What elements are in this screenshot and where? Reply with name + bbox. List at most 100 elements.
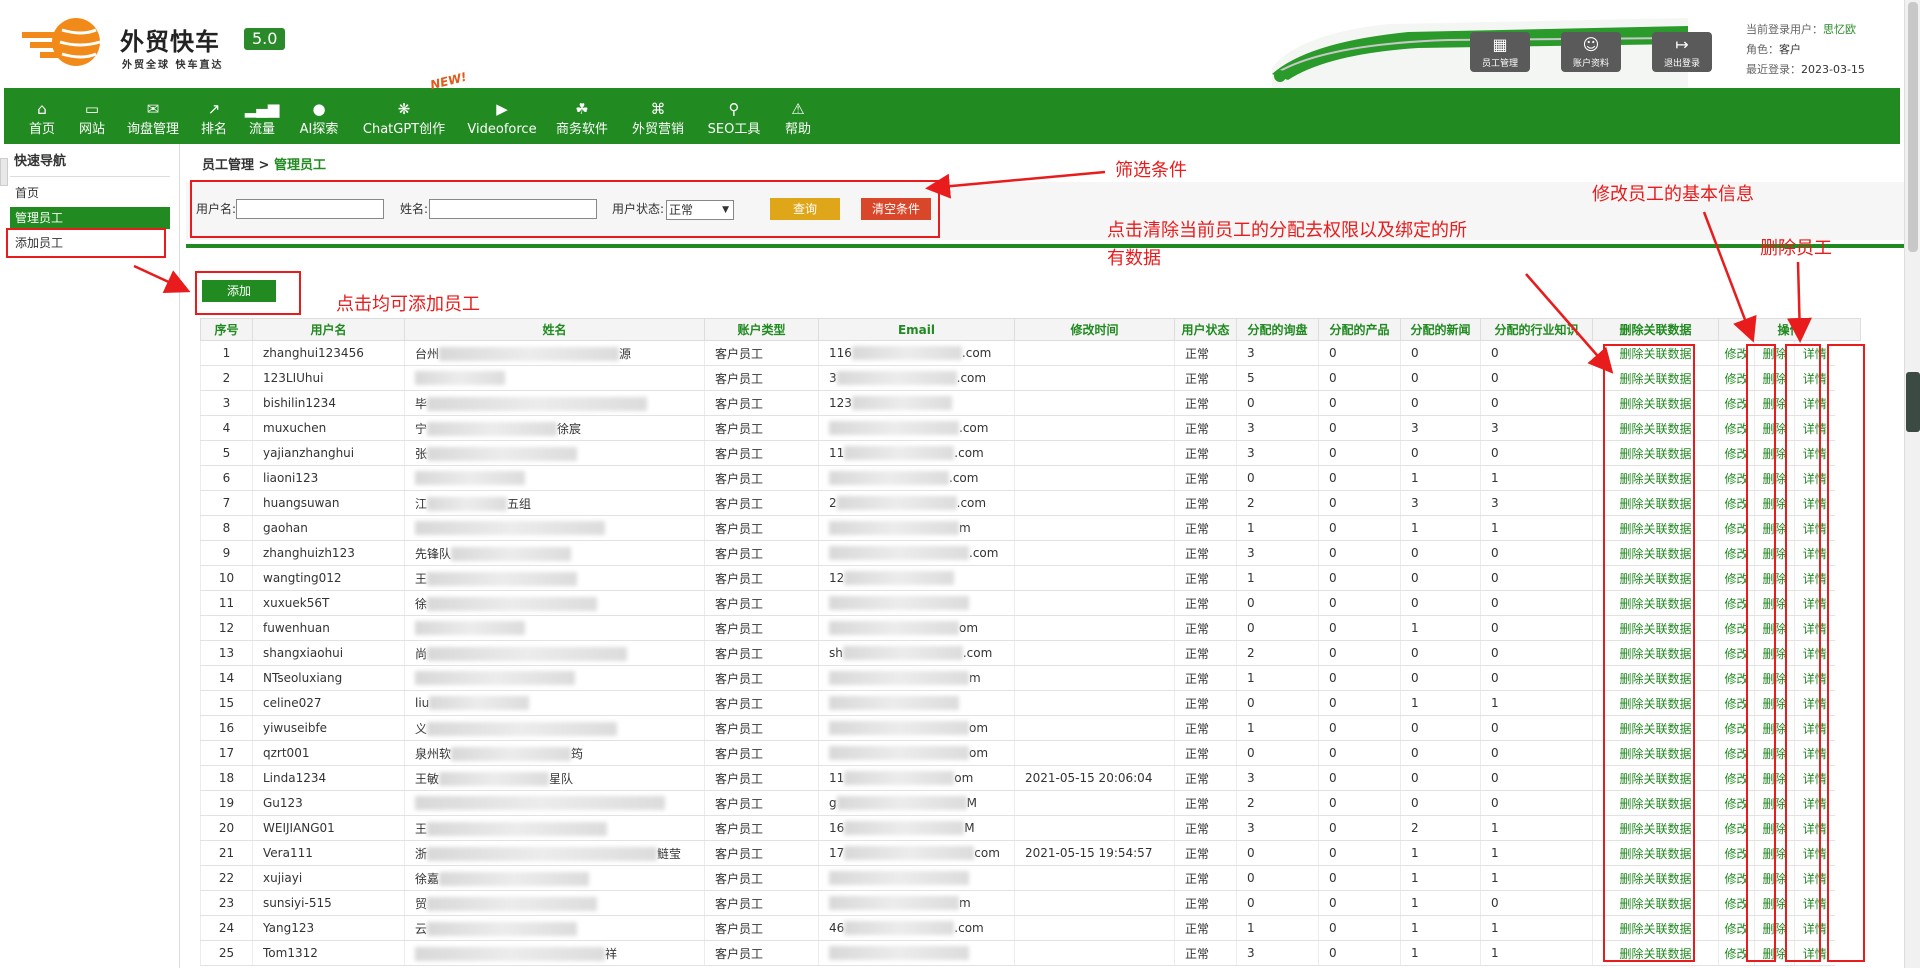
email-cell: m xyxy=(818,890,1015,916)
nav-item-videoforce[interactable]: ▶ Videoforce xyxy=(466,88,538,144)
edit-link[interactable]: 修改 xyxy=(1724,372,1748,386)
edit-link[interactable]: 修改 xyxy=(1724,472,1748,486)
edit-link[interactable]: 修改 xyxy=(1724,772,1748,786)
nav-item-inquiry[interactable]: ✉ 询盘管理 xyxy=(122,88,184,144)
sidebar-item-home[interactable]: 首页 xyxy=(10,182,170,204)
name-cell-visible-start: liu xyxy=(415,695,430,710)
row-number: 5 xyxy=(200,440,253,466)
account-type-cell: 客户员工 xyxy=(704,615,819,641)
edit-link[interactable]: 修改 xyxy=(1724,547,1748,561)
nav-item-home[interactable]: ⌂ 首页 xyxy=(22,88,62,144)
assigned-news-cell: 1 xyxy=(1400,690,1481,716)
col-header: 修改时间 xyxy=(1014,318,1175,341)
nav-item-website[interactable]: ▭ 网站 xyxy=(72,88,112,144)
edit-link[interactable]: 修改 xyxy=(1724,897,1748,911)
edit-link[interactable]: 修改 xyxy=(1724,447,1748,461)
assigned-inquiry-cell: 5 xyxy=(1236,365,1319,391)
staff-manage-button[interactable]: ▦ 员工管理 xyxy=(1470,32,1530,72)
email-cell-visible-end: .com xyxy=(954,445,984,460)
page-scrollbar[interactable] xyxy=(1904,0,1920,968)
edit-link[interactable]: 修改 xyxy=(1724,947,1748,961)
breadcrumb-parent[interactable]: 员工管理 xyxy=(202,158,254,173)
edit-link[interactable]: 修改 xyxy=(1724,847,1748,861)
edit-link[interactable]: 修改 xyxy=(1724,797,1748,811)
redacted-blur xyxy=(829,896,959,911)
status-cell: 正常 xyxy=(1174,415,1237,441)
redacted-blur xyxy=(427,422,558,436)
assigned-inquiry-cell: 1 xyxy=(1236,515,1319,541)
redacted-blur xyxy=(829,471,949,486)
edit-link[interactable]: 修改 xyxy=(1724,922,1748,936)
account-type-cell: 客户员工 xyxy=(704,565,819,591)
name-cell-visible-start: 先锋队 xyxy=(415,546,452,561)
nav-item-software[interactable]: ☘ 商务软件 xyxy=(552,88,612,144)
row-number: 14 xyxy=(200,665,253,691)
nav-item-rank[interactable]: ↗ 排名 xyxy=(194,88,234,144)
nav-item-chatgpt[interactable]: ❋ ChatGPT创作 xyxy=(360,88,448,144)
assigned-inquiry-cell: 1 xyxy=(1236,915,1319,941)
modified-time-cell xyxy=(1014,665,1175,691)
nav-label: AI探索 xyxy=(299,122,339,137)
assigned-inquiry-cell: 3 xyxy=(1236,340,1319,366)
name-cell-visible-end: 五组 xyxy=(507,496,532,511)
redacted-blur xyxy=(427,822,608,836)
redacted-blur xyxy=(844,446,955,461)
edit-link[interactable]: 修改 xyxy=(1724,522,1748,536)
edit-link[interactable]: 修改 xyxy=(1724,872,1748,886)
redacted-blur xyxy=(451,747,572,761)
edit-link[interactable]: 修改 xyxy=(1724,647,1748,661)
redacted-blur xyxy=(829,746,969,761)
assigned-inquiry-cell: 0 xyxy=(1236,690,1319,716)
floating-widget[interactable] xyxy=(1906,372,1920,432)
assigned-news-cell: 1 xyxy=(1400,940,1481,966)
row-number: 7 xyxy=(200,490,253,516)
edit-link[interactable]: 修改 xyxy=(1724,347,1748,361)
name-cell: 张 xyxy=(404,440,705,466)
edit-link[interactable]: 修改 xyxy=(1724,722,1748,736)
edit-link[interactable]: 修改 xyxy=(1724,597,1748,611)
nav-item-help[interactable]: ⚠ 帮助 xyxy=(778,88,818,144)
edit-link[interactable]: 修改 xyxy=(1724,697,1748,711)
assigned-product-cell: 0 xyxy=(1318,490,1401,516)
assigned-product-cell: 0 xyxy=(1318,615,1401,641)
modified-time-cell xyxy=(1014,390,1175,416)
account-icon: ☺ xyxy=(1582,35,1600,54)
edit-link[interactable]: 修改 xyxy=(1724,422,1748,436)
nav-item-ai[interactable]: ● AI探索 xyxy=(294,88,344,144)
redacted-blur xyxy=(439,772,550,786)
assigned-knowledge-cell: 1 xyxy=(1480,515,1593,541)
sidebar-item-manage-staff[interactable]: 管理员工 xyxy=(10,207,170,229)
account-type-cell: 客户员工 xyxy=(704,540,819,566)
status-cell: 正常 xyxy=(1174,740,1237,766)
nav-item-seo[interactable]: ⚲ SEO工具 xyxy=(704,88,764,144)
current-user[interactable]: 思忆欧 xyxy=(1823,23,1856,36)
edit-link[interactable]: 修改 xyxy=(1724,497,1748,511)
user-label: 当前登录用户： xyxy=(1746,23,1823,36)
delete-data-highlight-box xyxy=(1603,344,1695,962)
sidebar-collapse-handle[interactable] xyxy=(0,158,8,186)
logo[interactable]: 外贸快车 5.0 外贸全球 快车直达 xyxy=(22,16,302,76)
username-cell: gaohan xyxy=(252,515,405,541)
nav-item-traffic[interactable]: ▂▄▆ 流量 xyxy=(242,88,282,144)
account-info-button[interactable]: ☺ 账户资料 xyxy=(1561,32,1621,72)
logout-button[interactable]: ↦ 退出登录 xyxy=(1652,32,1712,72)
edit-link[interactable]: 修改 xyxy=(1724,622,1748,636)
assigned-product-cell: 0 xyxy=(1318,890,1401,916)
status-cell: 正常 xyxy=(1174,815,1237,841)
edit-link[interactable]: 修改 xyxy=(1724,747,1748,761)
name-cell: 浙 鲢莹 xyxy=(404,840,705,866)
name-cell: 祥 xyxy=(404,940,705,966)
redacted-blur xyxy=(427,922,578,936)
name-cell-visible-start: 毕 xyxy=(415,396,428,411)
edit-link[interactable]: 修改 xyxy=(1724,397,1748,411)
staff-manage-label: 员工管理 xyxy=(1481,59,1518,69)
row-number: 12 xyxy=(200,615,253,641)
assigned-news-cell: 0 xyxy=(1400,440,1481,466)
edit-link[interactable]: 修改 xyxy=(1724,822,1748,836)
name-cell: 泉州软 筠 xyxy=(404,740,705,766)
edit-link[interactable]: 修改 xyxy=(1724,672,1748,686)
scrollbar-thumb[interactable] xyxy=(1908,2,1918,252)
nav-item-marketing[interactable]: ⌘ 外贸营销 xyxy=(628,88,688,144)
edit-link[interactable]: 修改 xyxy=(1724,572,1748,586)
delete-highlight-box xyxy=(1785,344,1821,962)
